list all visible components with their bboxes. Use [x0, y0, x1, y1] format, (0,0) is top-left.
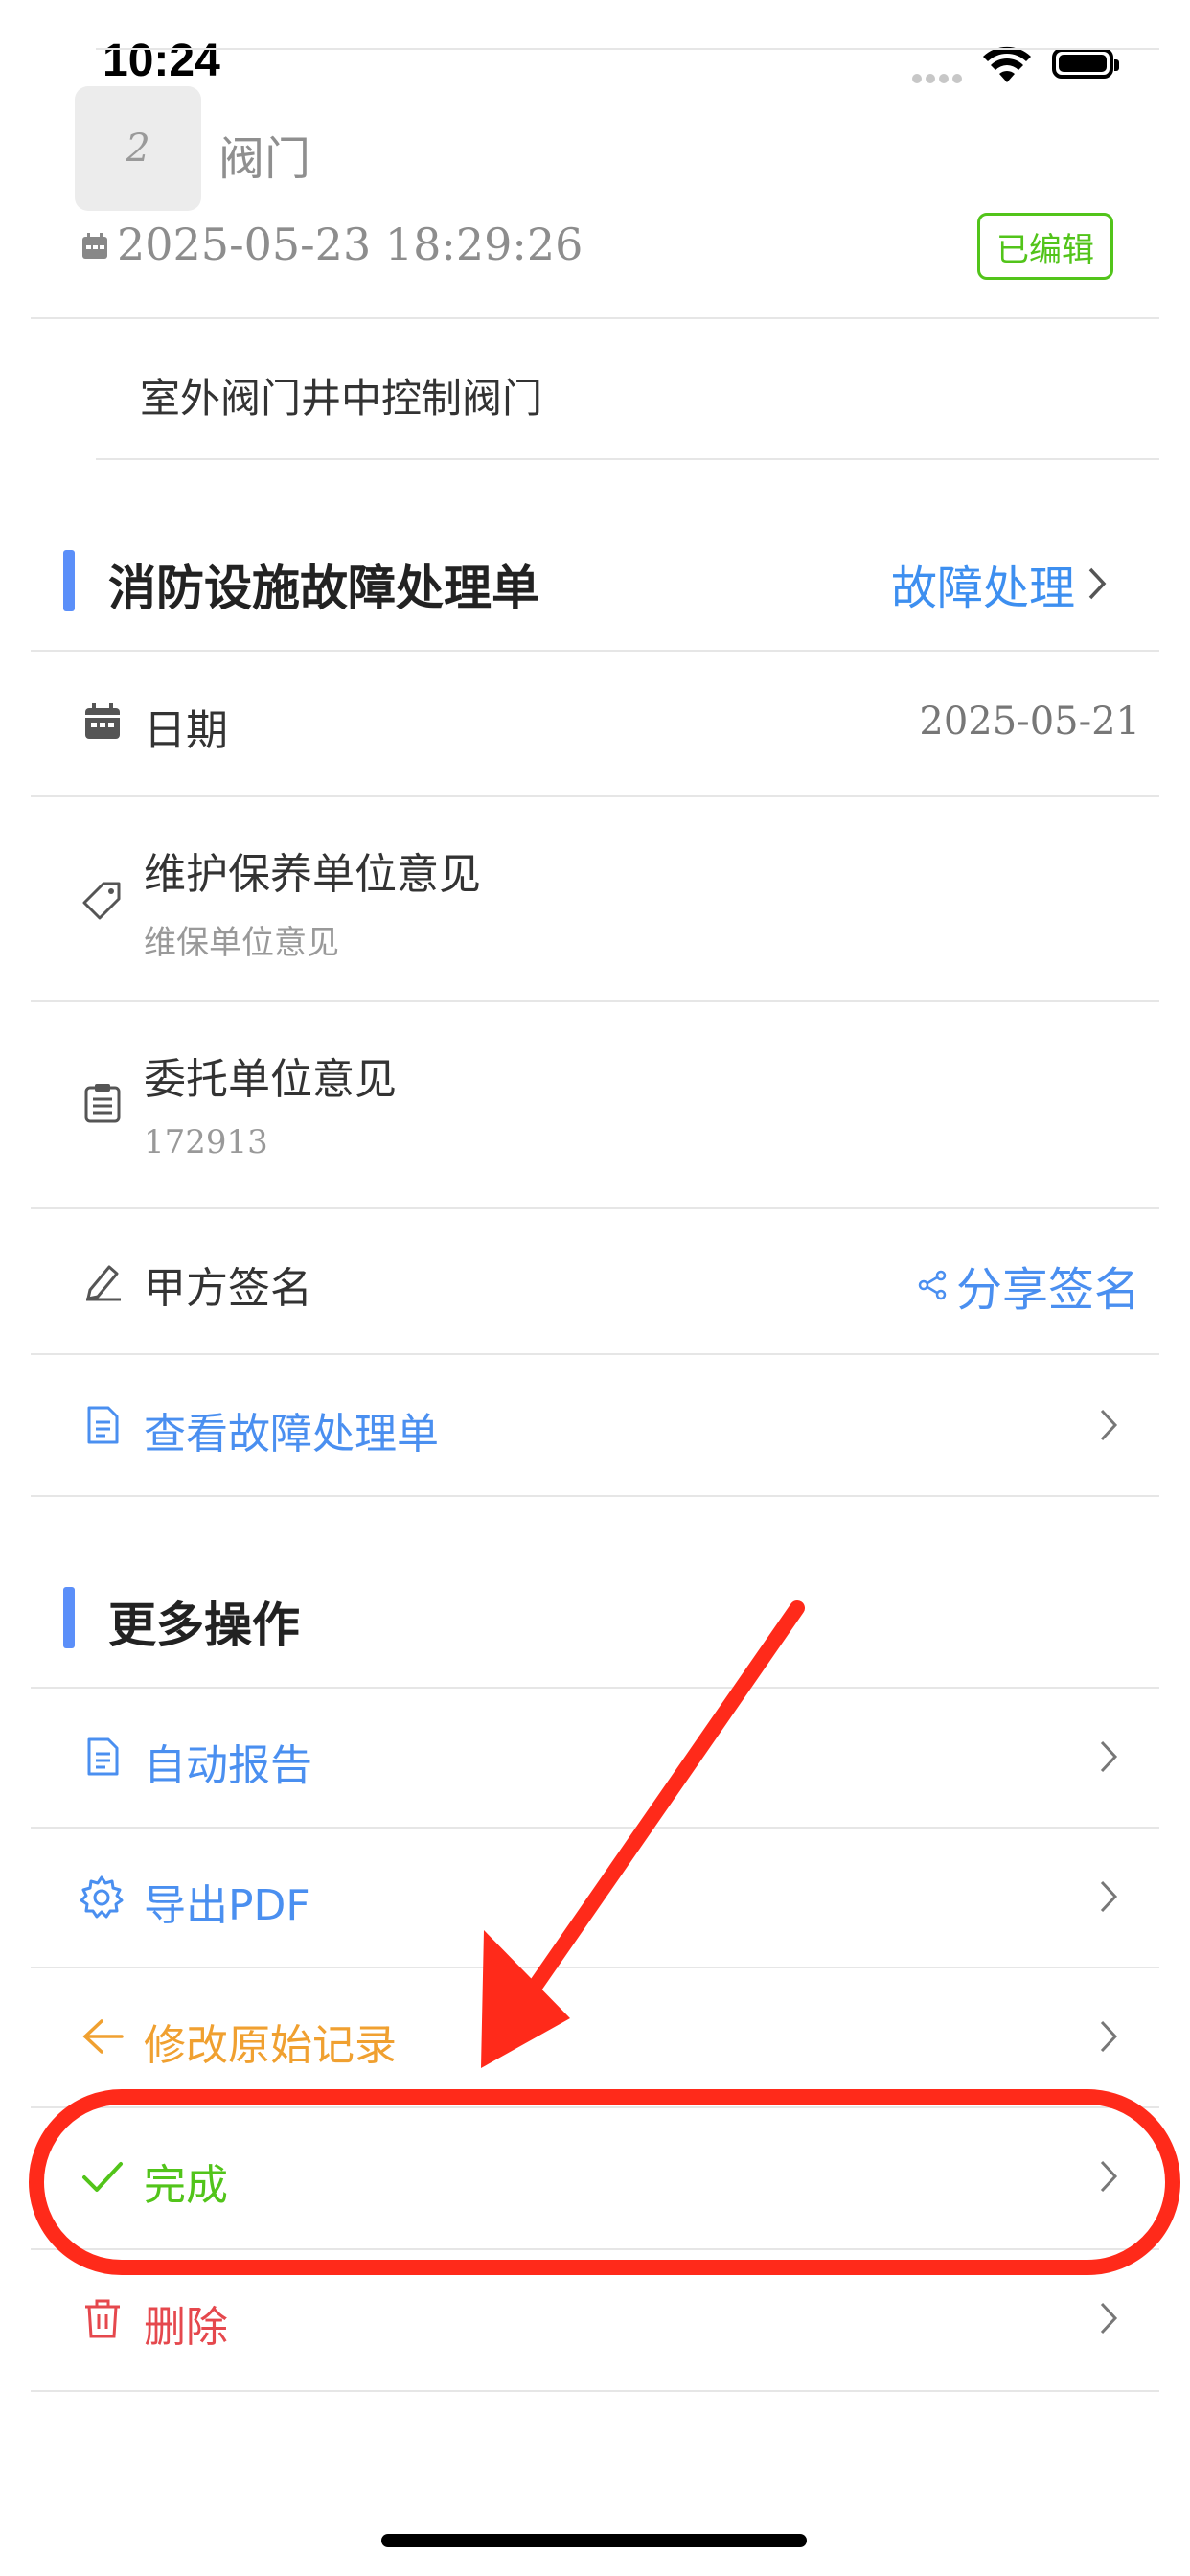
chevron-right-icon: [1100, 2302, 1118, 2334]
date-row[interactable]: 日期 2025-05-21: [31, 652, 1159, 795]
home-indicator[interactable]: [381, 2534, 807, 2547]
trash-icon: [85, 2299, 120, 2338]
calendar-icon: [85, 703, 120, 739]
client-opinion-value: 172913: [144, 1123, 268, 1162]
arrow-left-icon: [82, 2019, 124, 2054]
complete-label: 完成: [144, 2161, 228, 2210]
fault-handling-link[interactable]: 故障处理: [891, 550, 1110, 617]
date-label: 日期: [144, 706, 228, 755]
document-icon: [87, 1406, 119, 1444]
pen-icon: [86, 1265, 121, 1301]
signature-row[interactable]: 甲方签名 分享签名: [31, 1209, 1159, 1353]
status-badge: 已编辑: [977, 213, 1113, 280]
delete-item[interactable]: 删除: [31, 2250, 1159, 2390]
fault-handling-link-label: 故障处理: [891, 562, 1076, 615]
top-divider: [96, 48, 1159, 50]
share-icon: [918, 1270, 947, 1300]
section-title-fault: 消防设施故障处理单: [108, 561, 539, 616]
auto-report-item[interactable]: 自动报告: [31, 1689, 1159, 1827]
share-signature-button[interactable]: 分享签名: [918, 1252, 1140, 1319]
date-value: 2025-05-21: [919, 700, 1140, 744]
edit-original-record-label: 修改原始记录: [144, 2021, 397, 2070]
tag-icon: [82, 882, 121, 920]
export-pdf-label: 导出PDF: [144, 1881, 310, 1930]
chevron-right-icon: [1088, 567, 1107, 600]
status-time: 10:24: [103, 35, 220, 86]
battery-icon: [1052, 48, 1119, 79]
edit-original-record-item[interactable]: 修改原始记录: [31, 1968, 1159, 2106]
view-fault-sheet-row[interactable]: 查看故障处理单: [31, 1355, 1159, 1495]
document-icon: [87, 1737, 119, 1776]
section-accent-bar: [63, 1587, 75, 1648]
divider: [96, 458, 1159, 460]
export-pdf-item[interactable]: 导出PDF: [31, 1828, 1159, 1966]
share-signature-label: 分享签名: [955, 1263, 1140, 1317]
chevron-right-icon: [1100, 2020, 1118, 2053]
divider: [31, 1495, 1159, 1497]
maintenance-opinion-value: 维保单位意见: [144, 924, 339, 962]
signature-label: 甲方签名: [144, 1264, 312, 1313]
client-opinion-row[interactable]: 委托单位意见 172913: [31, 1002, 1159, 1208]
view-fault-sheet-label: 查看故障处理单: [144, 1410, 439, 1459]
chevron-right-icon: [1100, 1880, 1118, 1913]
calendar-icon: [82, 233, 107, 259]
delete-label: 删除: [144, 2303, 228, 2352]
chevron-right-icon: [1100, 1740, 1118, 1773]
maintenance-opinion-label: 维护保养单位意见: [144, 850, 481, 899]
maintenance-opinion-row[interactable]: 维护保养单位意见 维保单位意见: [31, 797, 1159, 1000]
section-accent-bar: [63, 550, 75, 611]
section-title-more: 更多操作: [108, 1598, 300, 1653]
record-description: 室外阀门井中控制阀门: [140, 375, 543, 422]
record-index-thumbnail[interactable]: 2: [75, 86, 201, 211]
check-icon: [82, 2162, 123, 2192]
auto-report-label: 自动报告: [144, 1741, 312, 1790]
cellular-signal-icon: [912, 69, 968, 83]
chevron-right-icon: [1100, 2160, 1118, 2193]
divider: [31, 2390, 1159, 2392]
clipboard-icon: [84, 1084, 121, 1123]
divider: [31, 317, 1159, 319]
record-name: 阀门: [218, 132, 311, 186]
record-datetime: 2025-05-23 18:29:26: [117, 218, 584, 270]
gear-icon: [80, 1875, 124, 1919]
chevron-right-icon: [1100, 1409, 1118, 1441]
complete-item[interactable]: 完成: [31, 2108, 1159, 2248]
wifi-icon: [983, 46, 1031, 82]
client-opinion-label: 委托单位意见: [144, 1055, 397, 1104]
